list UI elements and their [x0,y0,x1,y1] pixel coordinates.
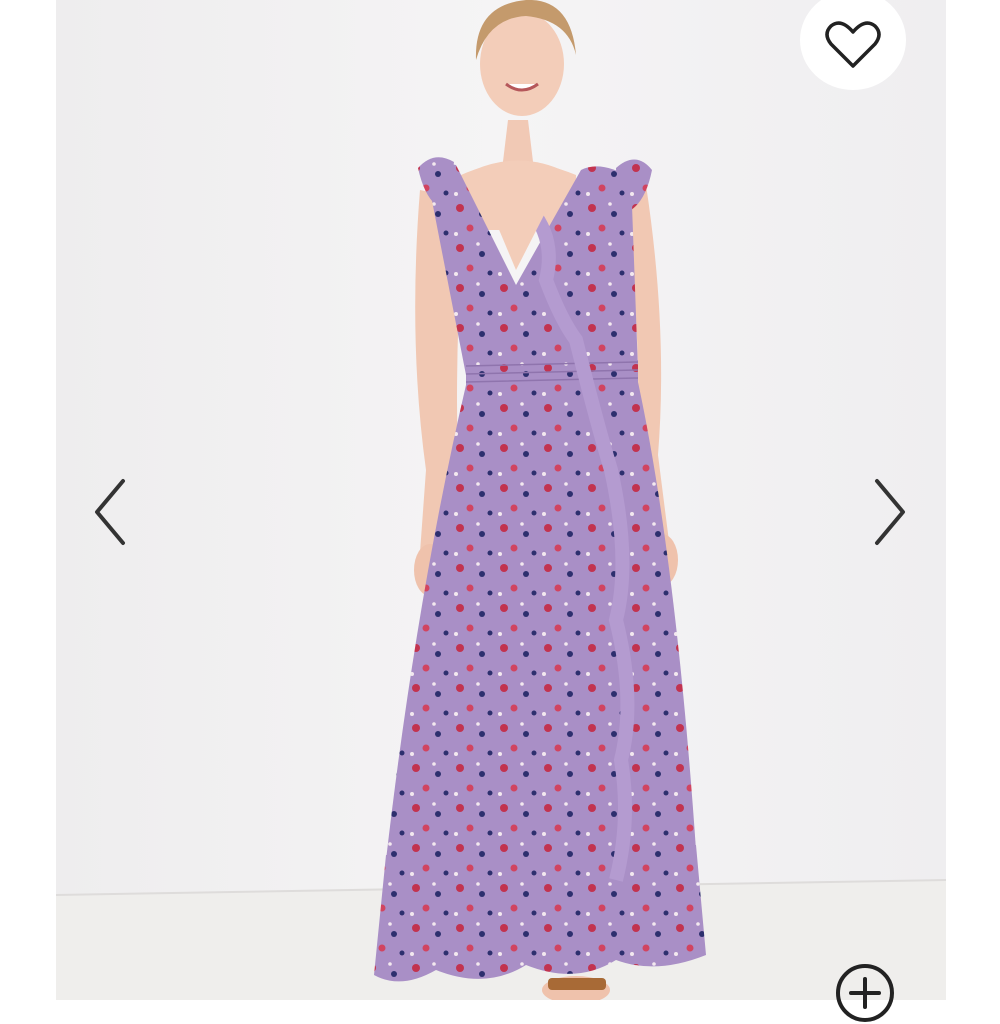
product-photo[interactable] [56,0,946,1000]
zoom-button[interactable] [834,962,896,1024]
chevron-left-icon [95,479,125,545]
previous-image-button[interactable] [86,472,136,552]
chevron-right-icon [875,479,905,545]
zoom-in-icon [836,964,894,1022]
model-wearing-dress-illustration [56,0,946,1000]
heart-icon [825,21,881,68]
product-image-gallery [0,0,1000,1022]
next-image-button[interactable] [864,472,914,552]
